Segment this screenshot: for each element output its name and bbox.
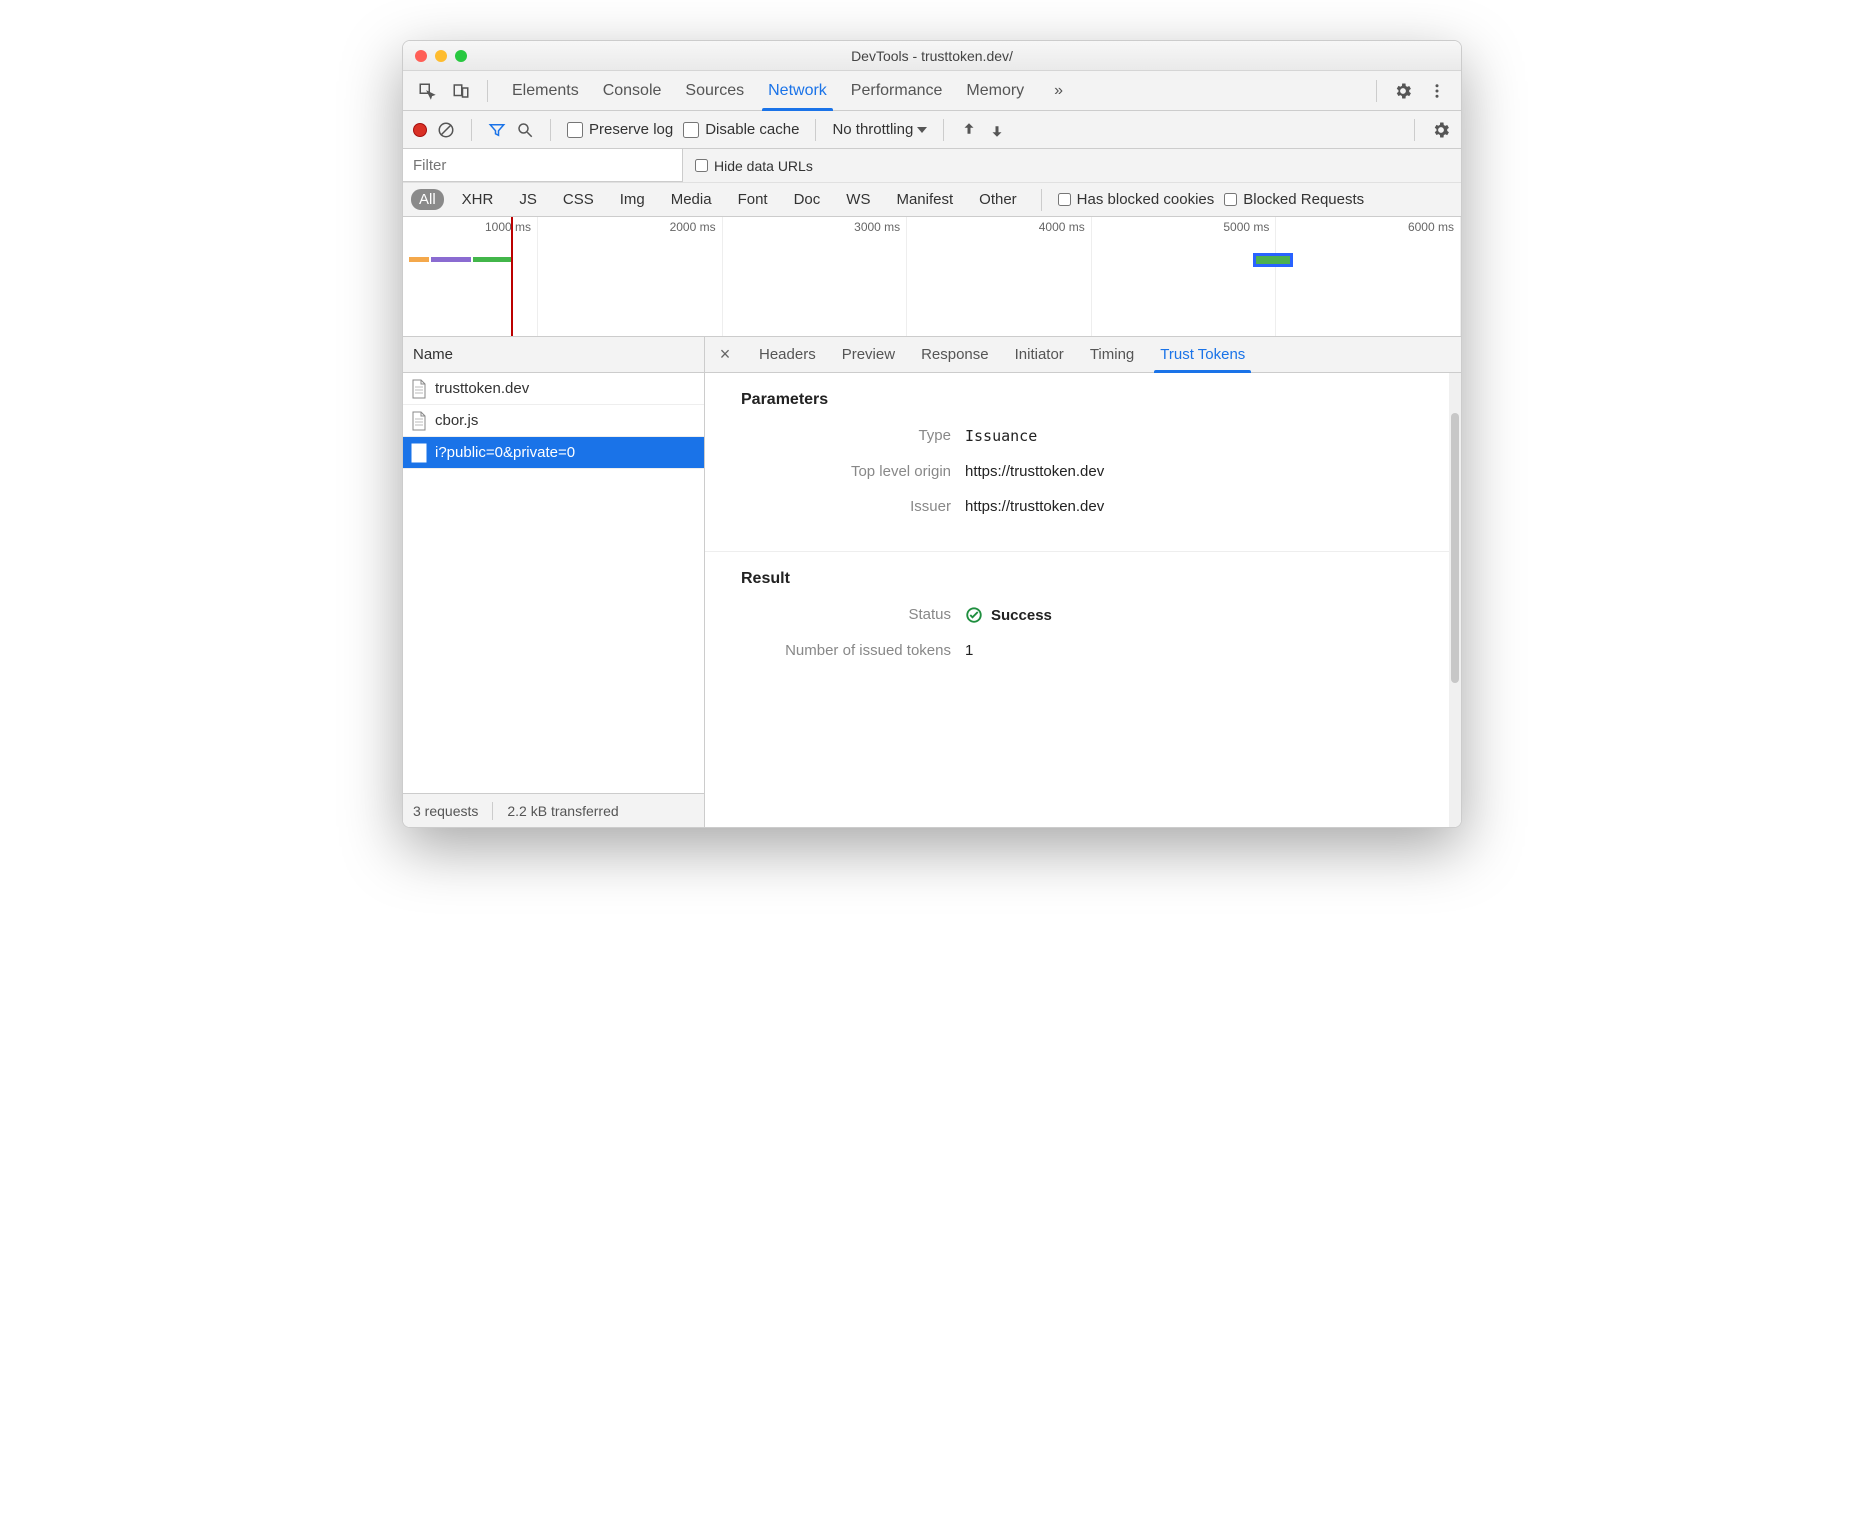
tab-network[interactable]: Network xyxy=(756,71,839,110)
detail-tab-timing[interactable]: Timing xyxy=(1080,337,1144,372)
tab-console[interactable]: Console xyxy=(591,71,674,110)
file-icon xyxy=(411,443,427,463)
request-list: trusttoken.dev cbor.js i?public=0&private=… xyxy=(403,373,704,793)
request-row[interactable]: i?public=0&private=0 xyxy=(403,437,704,469)
scrollbar[interactable] xyxy=(1449,373,1461,827)
kv-value: 1 xyxy=(965,642,973,659)
content-split: Name trusttoken.dev cbor.js i?public=0&pri… xyxy=(403,337,1461,827)
section-heading: Result xyxy=(741,570,1425,588)
file-icon xyxy=(411,379,427,399)
throttling-select[interactable]: No throttling xyxy=(832,121,927,138)
success-icon xyxy=(965,606,983,624)
kv-key: Issuer xyxy=(741,498,951,515)
detail-tab-trust-tokens[interactable]: Trust Tokens xyxy=(1150,337,1255,372)
filter-input[interactable] xyxy=(403,149,683,182)
kv-key: Type xyxy=(741,427,951,445)
kv-row: Type Issuance xyxy=(741,427,1425,445)
filter-chip-js[interactable]: JS xyxy=(511,189,545,210)
result-section: Result Status Success Number of issued tok… xyxy=(705,552,1461,695)
devtools-window: DevTools - trusttoken.dev/ ElementsConso… xyxy=(402,40,1462,828)
filter-icon[interactable] xyxy=(488,121,506,139)
has-blocked-cookies-checkbox[interactable]: Has blocked cookies xyxy=(1058,191,1215,208)
kv-row: Issuer https://trusttoken.dev xyxy=(741,498,1425,515)
timeline-selection xyxy=(1253,253,1293,267)
kv-value: Issuance xyxy=(965,427,1037,445)
filter-chip-all[interactable]: All xyxy=(411,189,444,210)
search-icon[interactable] xyxy=(516,121,534,139)
tab-performance[interactable]: Performance xyxy=(839,71,955,110)
filter-chip-img[interactable]: Img xyxy=(612,189,653,210)
filter-chip-doc[interactable]: Doc xyxy=(786,189,829,210)
device-toolbar-icon[interactable] xyxy=(447,77,475,105)
inspect-element-icon[interactable] xyxy=(413,77,441,105)
detail-tab-response[interactable]: Response xyxy=(911,337,999,372)
blocked-requests-checkbox[interactable]: Blocked Requests xyxy=(1224,191,1364,208)
request-detail-panel: × HeadersPreviewResponseInitiatorTimingT… xyxy=(705,337,1461,827)
detail-tab-preview[interactable]: Preview xyxy=(832,337,905,372)
detail-tab-strip: × HeadersPreviewResponseInitiatorTimingT… xyxy=(705,337,1461,373)
kv-key: Number of issued tokens xyxy=(741,642,951,659)
kv-row: Number of issued tokens 1 xyxy=(741,642,1425,659)
tab-overflow[interactable]: » xyxy=(1042,71,1075,110)
filter-chip-manifest[interactable]: Manifest xyxy=(888,189,961,210)
filter-chip-xhr[interactable]: XHR xyxy=(454,189,502,210)
kv-value: Success xyxy=(965,606,1052,624)
detail-tab-headers[interactable]: Headers xyxy=(749,337,826,372)
network-toolbar: Preserve log Disable cache No throttling xyxy=(403,111,1461,149)
upload-har-icon[interactable] xyxy=(960,121,978,139)
request-row[interactable]: trusttoken.dev xyxy=(403,373,704,405)
timeline-marker xyxy=(511,217,513,336)
close-detail-icon[interactable]: × xyxy=(713,344,737,365)
detail-tab-initiator[interactable]: Initiator xyxy=(1005,337,1074,372)
request-name: i?public=0&private=0 xyxy=(435,444,575,461)
clear-icon[interactable] xyxy=(437,121,455,139)
tab-elements[interactable]: Elements xyxy=(500,71,591,110)
window-title: DevTools - trusttoken.dev/ xyxy=(403,48,1461,64)
filter-chip-font[interactable]: Font xyxy=(730,189,776,210)
status-bar: 3 requests 2.2 kB transferred xyxy=(403,793,704,827)
kv-value: https://trusttoken.dev xyxy=(965,463,1104,480)
tab-sources[interactable]: Sources xyxy=(673,71,756,110)
record-button[interactable] xyxy=(413,123,427,137)
request-list-header: Name xyxy=(403,337,704,373)
parameters-section: Parameters Type Issuance Top level origin h… xyxy=(705,373,1461,552)
download-har-icon[interactable] xyxy=(988,121,1006,139)
kv-row: Top level origin https://trusttoken.dev xyxy=(741,463,1425,480)
main-tab-strip: ElementsConsoleSourcesNetworkPerformance… xyxy=(403,71,1461,111)
divider xyxy=(1376,80,1377,102)
filter-chip-ws[interactable]: WS xyxy=(838,189,878,210)
kebab-menu-icon[interactable] xyxy=(1423,77,1451,105)
titlebar: DevTools - trusttoken.dev/ xyxy=(403,41,1461,71)
resource-type-filter: All XHR JS CSS Img Media Font Doc WS Manifest Othe… xyxy=(403,183,1461,217)
network-settings-icon[interactable] xyxy=(1431,120,1451,140)
filter-bar: Hide data URLs xyxy=(403,149,1461,183)
section-heading: Parameters xyxy=(741,391,1425,409)
divider xyxy=(487,80,488,102)
scrollbar-thumb[interactable] xyxy=(1451,413,1459,683)
filter-chip-other[interactable]: Other xyxy=(971,189,1025,210)
request-row[interactable]: cbor.js xyxy=(403,405,704,437)
kv-key: Status xyxy=(741,606,951,624)
timeline-bars xyxy=(409,257,513,262)
file-icon xyxy=(411,411,427,431)
preserve-log-checkbox[interactable]: Preserve log xyxy=(567,121,673,138)
kv-row: Status Success xyxy=(741,606,1425,624)
timeline-overview[interactable]: 1000 ms 2000 ms 3000 ms 4000 ms 5000 ms … xyxy=(403,217,1461,337)
disable-cache-checkbox[interactable]: Disable cache xyxy=(683,121,799,138)
request-list-panel: Name trusttoken.dev cbor.js i?public=0&pri… xyxy=(403,337,705,827)
detail-body: Parameters Type Issuance Top level origin h… xyxy=(705,373,1461,827)
filter-chip-media[interactable]: Media xyxy=(663,189,720,210)
kv-value: https://trusttoken.dev xyxy=(965,498,1104,515)
request-name: cbor.js xyxy=(435,412,478,429)
hide-data-urls-checkbox[interactable]: Hide data URLs xyxy=(695,158,813,174)
filter-chip-css[interactable]: CSS xyxy=(555,189,602,210)
kv-key: Top level origin xyxy=(741,463,951,480)
tab-memory[interactable]: Memory xyxy=(954,71,1036,110)
settings-icon[interactable] xyxy=(1389,77,1417,105)
request-name: trusttoken.dev xyxy=(435,380,529,397)
